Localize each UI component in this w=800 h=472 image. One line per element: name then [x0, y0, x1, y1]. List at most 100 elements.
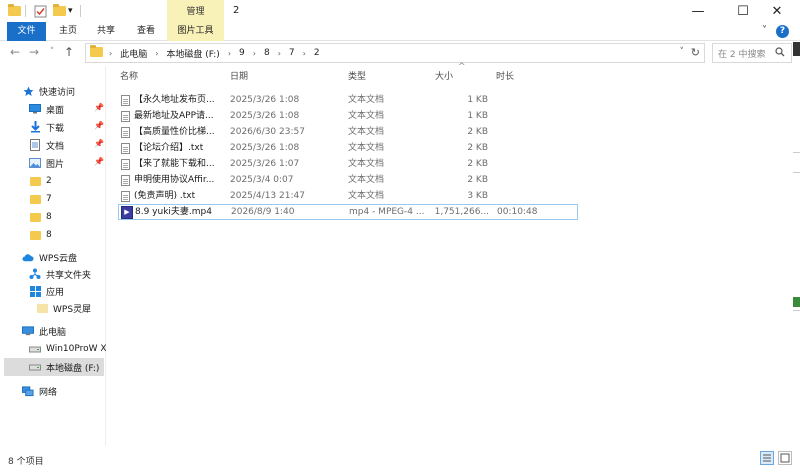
breadcrumb-9[interactable]: 9 — [239, 48, 245, 58]
column-header-type[interactable]: 类型 — [348, 66, 366, 86]
breadcrumb-this-pc[interactable]: 此电脑 — [120, 47, 147, 60]
search-input[interactable]: 在 2 中搜索 — [712, 43, 792, 63]
tab-file[interactable]: 文件 — [7, 22, 46, 41]
customize-toolbar-icon[interactable]: ▾ — [68, 4, 73, 18]
file-type: 文本文档 — [348, 175, 385, 185]
file-row[interactable]: 【高质量性价比梯... 2026/6/30 23:57 文本文档 2 KB — [118, 125, 578, 141]
folder-icon — [29, 175, 41, 187]
search-icon — [775, 47, 785, 60]
network-icon — [22, 385, 34, 397]
pin-icon[interactable]: 📌 — [94, 121, 104, 130]
sidebar-label: 桌面 — [46, 105, 65, 116]
sidebar-item-shared-folder[interactable]: 共享文件夹 — [29, 265, 91, 283]
tab-share[interactable]: 共享 — [90, 22, 122, 41]
address-dropdown-icon[interactable]: ˅ — [680, 47, 685, 57]
pin-icon[interactable]: 📌 — [94, 139, 104, 148]
sidebar-label: 2 — [46, 176, 52, 186]
sidebar-item-wps-lingxi[interactable]: WPS灵犀 — [36, 299, 91, 317]
column-header-date[interactable]: 日期 — [230, 66, 248, 86]
file-row[interactable]: 【来了就能下载和... 2025/3/26 1:07 文本文档 2 KB — [118, 157, 578, 173]
text-file-icon — [121, 127, 130, 138]
drive-icon — [29, 361, 41, 373]
file-name: (免责声明) .txt — [134, 191, 196, 201]
properties-icon[interactable] — [34, 4, 47, 18]
tab-home[interactable]: 主页 — [52, 22, 84, 41]
column-header-name[interactable]: 名称 — [120, 66, 138, 86]
sidebar-item-quick-access[interactable]: 快速访问 — [22, 82, 75, 100]
shared-folder-icon — [29, 268, 41, 280]
picture-icon — [29, 157, 41, 169]
file-date: 2025/3/4 0:07 — [230, 175, 294, 185]
minimize-button[interactable]: — — [675, 0, 721, 22]
breadcrumb-7[interactable]: 7 — [289, 48, 295, 58]
pin-icon[interactable]: 📌 — [94, 157, 104, 166]
breadcrumb-8[interactable]: 8 — [264, 48, 270, 58]
details-view-button[interactable] — [760, 451, 774, 465]
manage-tab[interactable]: 管理 — [167, 0, 224, 22]
drive-icon — [29, 343, 41, 355]
pin-icon[interactable]: 📌 — [94, 103, 104, 112]
sidebar-item-documents[interactable]: 文档 — [29, 136, 64, 154]
ribbon: 文件 主页 共享 查看 图片工具 ˅ ? — [0, 22, 800, 41]
sidebar-item-desktop[interactable]: 桌面 — [29, 100, 64, 118]
background-window-edge — [793, 42, 800, 462]
file-row-selected[interactable]: ▶ 8.9 yuki夫妻.mp4 2026/8/9 1:40 mp4 - MPE… — [118, 204, 578, 220]
new-folder-icon[interactable] — [53, 4, 66, 18]
sidebar-label: 本地磁盘 (F:) — [46, 363, 100, 374]
column-header-size[interactable]: 大小 — [435, 66, 453, 86]
file-type: 文本文档 — [348, 191, 385, 201]
breadcrumb-drive-f[interactable]: 本地磁盘 (F:) — [166, 47, 219, 60]
sidebar-item-folder-8b[interactable]: 8 — [29, 226, 52, 244]
file-date: 2025/3/26 1:08 — [230, 143, 300, 153]
file-row[interactable]: 最新地址及APP请... 2025/3/26 1:08 文本文档 1 KB — [118, 109, 578, 125]
sidebar-item-drive-f[interactable]: 本地磁盘 (F:) — [4, 358, 104, 376]
up-button[interactable]: ↑ — [62, 45, 76, 59]
sidebar-item-drive-c[interactable]: Win10ProW X — [29, 340, 107, 358]
sidebar-label: WPS云盘 — [39, 253, 78, 264]
file-name: 【来了就能下载和... — [134, 159, 215, 169]
recent-locations-button[interactable]: ˅ — [45, 47, 59, 57]
text-file-icon — [121, 175, 130, 186]
sidebar-item-apps[interactable]: 应用 — [29, 282, 64, 300]
address-bar[interactable]: › 此电脑 › 本地磁盘 (F:) › 9 › 8 › 7 › 2 ˅ ↻ — [85, 43, 705, 63]
column-header-duration[interactable]: 时长 — [496, 66, 514, 86]
sidebar-label: 共享文件夹 — [46, 270, 92, 281]
large-icons-view-button[interactable] — [778, 451, 792, 465]
folder-icon — [29, 229, 41, 241]
file-row[interactable]: (免责声明) .txt 2025/4/13 21:47 文本文档 3 KB — [118, 189, 578, 205]
tab-picture-tools[interactable]: 图片工具 — [167, 22, 224, 41]
file-date: 2025/4/13 21:47 — [230, 191, 305, 201]
file-row[interactable]: 【永久地址发布页... 2025/3/26 1:08 文本文档 1 KB — [118, 93, 578, 109]
sidebar-item-network[interactable]: 网络 — [22, 382, 57, 400]
file-row[interactable]: 【论坛介绍】.txt 2025/3/26 1:08 文本文档 2 KB — [118, 141, 578, 157]
file-list: ^ 名称 日期 类型 大小 时长 【永久地址发布页... 2025/3/26 1… — [108, 62, 793, 446]
expand-ribbon-icon[interactable]: ˅ — [762, 25, 767, 36]
sidebar-item-folder-8[interactable]: 8 — [29, 208, 52, 226]
close-button[interactable]: ✕ — [754, 0, 800, 22]
file-date: 2026/6/30 23:57 — [230, 127, 305, 137]
sidebar-item-pictures[interactable]: 图片 — [29, 154, 64, 172]
help-icon[interactable]: ? — [776, 25, 789, 38]
breadcrumb-separator: › — [302, 48, 306, 58]
download-icon — [29, 121, 41, 133]
file-type: 文本文档 — [348, 95, 385, 105]
text-file-icon — [121, 191, 130, 202]
file-size: 3 KB — [467, 191, 488, 201]
sidebar-item-folder-7[interactable]: 7 — [29, 190, 52, 208]
file-row[interactable]: 申明使用协议Affir... 2025/3/4 0:07 文本文档 2 KB — [118, 173, 578, 189]
sidebar-item-downloads[interactable]: 下载 — [29, 118, 64, 136]
sidebar-label: 8 — [46, 230, 52, 240]
refresh-icon[interactable]: ↻ — [691, 46, 700, 59]
sidebar-item-wps-cloud[interactable]: WPS云盘 — [22, 248, 77, 266]
tab-view[interactable]: 查看 — [128, 22, 164, 41]
separator — [80, 4, 81, 18]
file-type: 文本文档 — [348, 159, 385, 169]
title-bar: ▾ 管理 2 — ☐ ✕ — [0, 0, 800, 22]
sidebar-item-this-pc[interactable]: 此电脑 — [22, 322, 66, 340]
desktop-icon — [29, 103, 41, 115]
forward-button[interactable]: → — [27, 45, 41, 59]
file-size: 2 KB — [467, 175, 488, 185]
breadcrumb-2[interactable]: 2 — [314, 48, 320, 58]
sidebar-item-folder-2[interactable]: 2 — [29, 172, 52, 190]
back-button[interactable]: ← — [8, 45, 22, 59]
